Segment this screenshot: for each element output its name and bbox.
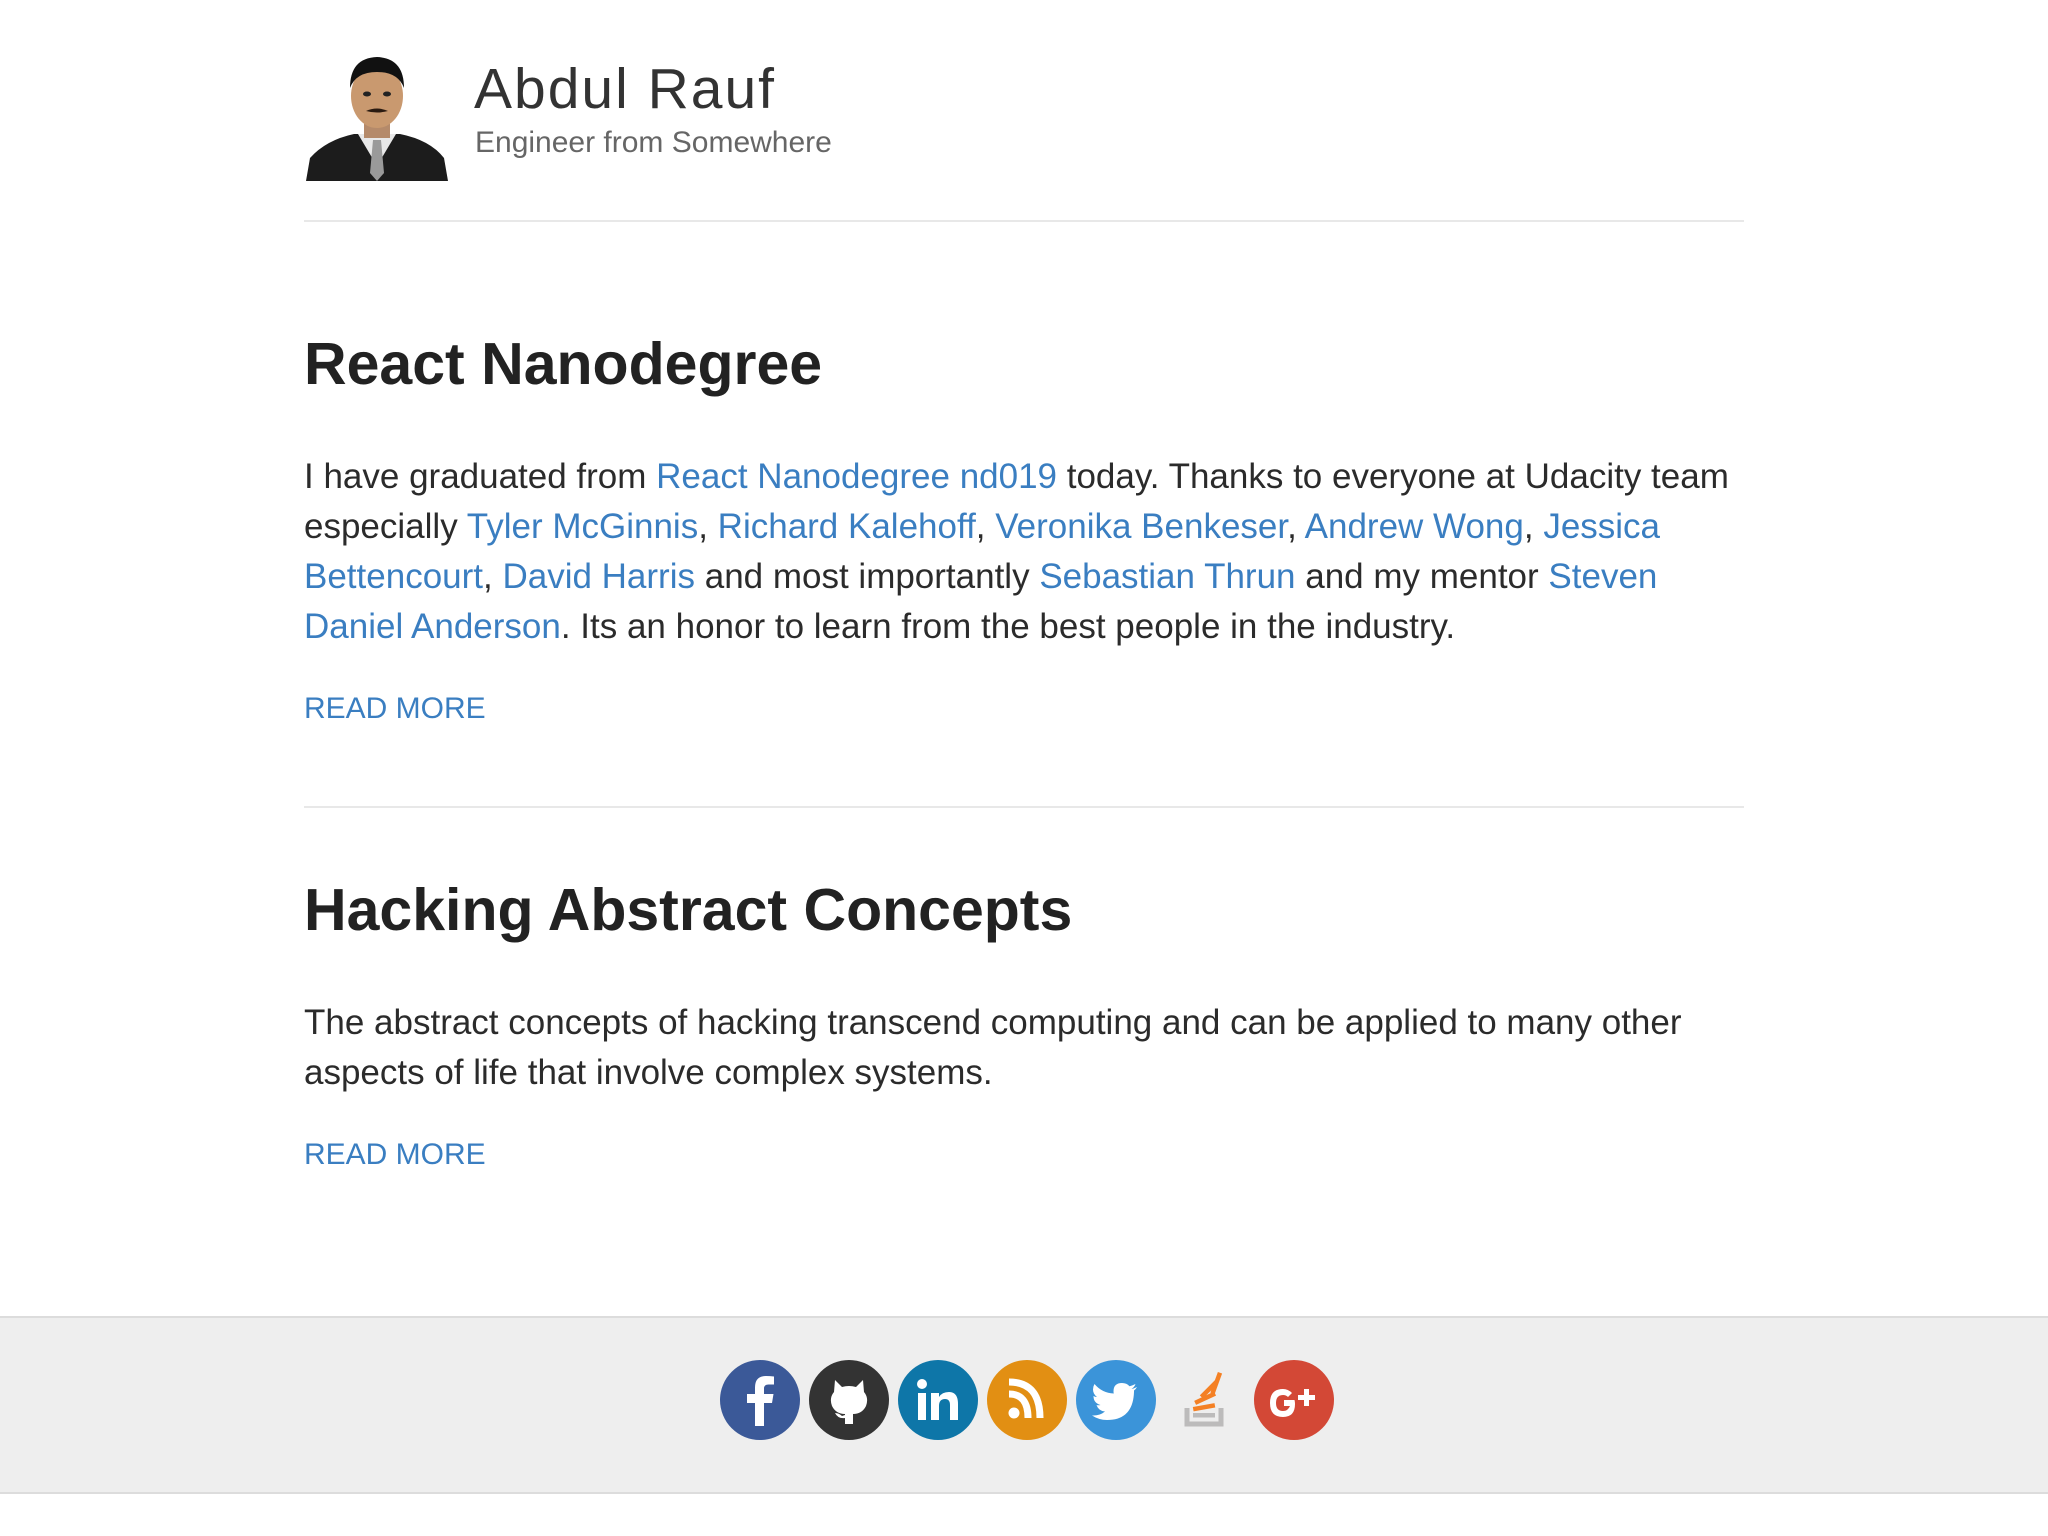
link-veronika-benkeser[interactable]: Veronika Benkeser — [995, 507, 1287, 546]
facebook-icon[interactable] — [720, 1360, 800, 1440]
site-footer — [0, 1316, 2048, 1494]
avatar[interactable] — [306, 48, 448, 181]
post-excerpt: The abstract concepts of hacking transce… — [304, 1003, 1682, 1092]
site-title[interactable]: Abdul Rauf — [474, 56, 776, 122]
excerpt-text: . Its an honor to learn from the best pe… — [560, 607, 1456, 646]
linkedin-icon[interactable] — [898, 1360, 978, 1440]
github-icon[interactable] — [809, 1360, 889, 1440]
social-links — [720, 1360, 1334, 1440]
stackoverflow-icon[interactable] — [1165, 1360, 1245, 1440]
read-more-link[interactable]: READ MORE — [304, 1138, 486, 1172]
separator: , — [698, 507, 718, 546]
separator: , — [975, 507, 996, 546]
post-divider — [304, 806, 1744, 808]
excerpt-text: I have graduated from — [304, 457, 657, 496]
post-title[interactable]: Hacking Abstract Concepts — [304, 876, 1072, 944]
rss-icon[interactable] — [987, 1360, 1067, 1440]
link-andrew-wong[interactable]: Andrew Wong — [1305, 507, 1524, 546]
separator: , — [1287, 507, 1305, 546]
header-divider — [304, 220, 1744, 222]
excerpt-text: and most importantly — [695, 557, 1040, 596]
link-richard-kalehoff[interactable]: Richard Kalehoff — [718, 507, 976, 546]
separator: , — [483, 557, 503, 596]
link-david-harris[interactable]: David Harris — [502, 557, 695, 596]
post-excerpt: I have graduated from React Nanodegree n… — [304, 452, 1744, 652]
page: Abdul Rauf Engineer from Somewhere React… — [0, 0, 2048, 1536]
google-plus-icon[interactable] — [1254, 1360, 1334, 1440]
site-tagline: Engineer from Somewhere — [475, 126, 832, 159]
separator: , — [1523, 507, 1544, 546]
link-tyler-mcginnis[interactable]: Tyler McGinnis — [467, 507, 698, 546]
read-more-link[interactable]: READ MORE — [304, 692, 486, 726]
link-react-nanodegree[interactable]: React Nanodegree nd019 — [656, 457, 1057, 496]
post-title[interactable]: React Nanodegree — [304, 330, 822, 398]
site-header: Abdul Rauf Engineer from Somewhere — [304, 48, 1744, 220]
link-sebastian-thrun[interactable]: Sebastian Thrun — [1039, 557, 1295, 596]
excerpt-text: and my mentor — [1295, 557, 1549, 596]
twitter-icon[interactable] — [1076, 1360, 1156, 1440]
